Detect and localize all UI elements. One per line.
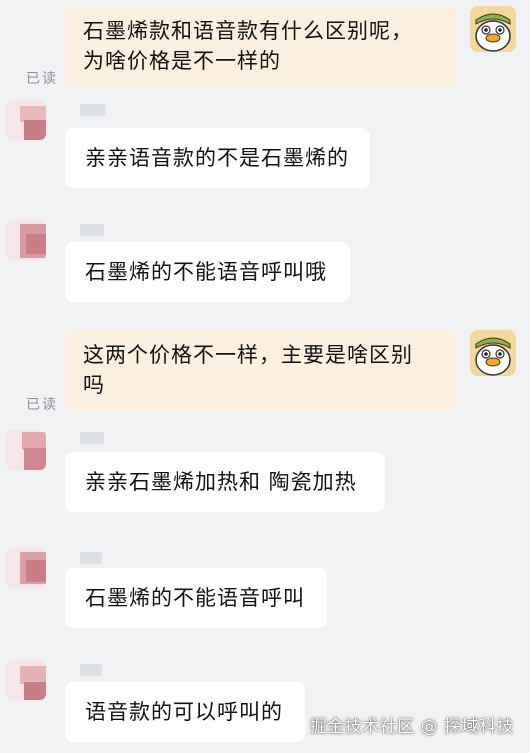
- duck-avatar-icon: [470, 6, 516, 52]
- message-bubble[interactable]: 石墨烯的不能语音呼叫哦: [65, 242, 350, 302]
- read-status: 已读: [26, 71, 58, 87]
- contact-name: [80, 552, 102, 564]
- contact-avatar[interactable]: [6, 548, 46, 588]
- message-bubble[interactable]: 语音款的可以呼叫的: [65, 682, 305, 742]
- contact-name: [80, 104, 106, 116]
- message-bubble[interactable]: 亲亲石墨烯加热和 陶瓷加热: [65, 452, 385, 512]
- duck-avatar-icon: [470, 330, 516, 376]
- contact-avatar[interactable]: [6, 220, 46, 260]
- contact-name: [80, 224, 104, 236]
- message-bubble[interactable]: 亲亲语音款的不是石墨烯的: [65, 128, 370, 188]
- message-bubble[interactable]: 石墨烯的不能语音呼叫: [65, 568, 327, 628]
- contact-name: [80, 432, 104, 444]
- read-status: 已读: [26, 397, 58, 413]
- user-avatar[interactable]: [470, 330, 516, 376]
- message-bubble[interactable]: 石墨烯款和语音款有什么区别呢， 为啥价格是不一样的: [65, 6, 457, 88]
- contact-avatar[interactable]: [6, 660, 46, 700]
- contact-avatar[interactable]: [6, 100, 46, 140]
- contact-name: [80, 664, 102, 676]
- contact-avatar[interactable]: [6, 430, 46, 470]
- user-avatar[interactable]: [470, 6, 516, 52]
- message-bubble[interactable]: 这两个价格不一样，主要是啥区别 吗: [65, 330, 457, 412]
- watermark: 掘金技术社区 @ 探域科技: [309, 717, 514, 737]
